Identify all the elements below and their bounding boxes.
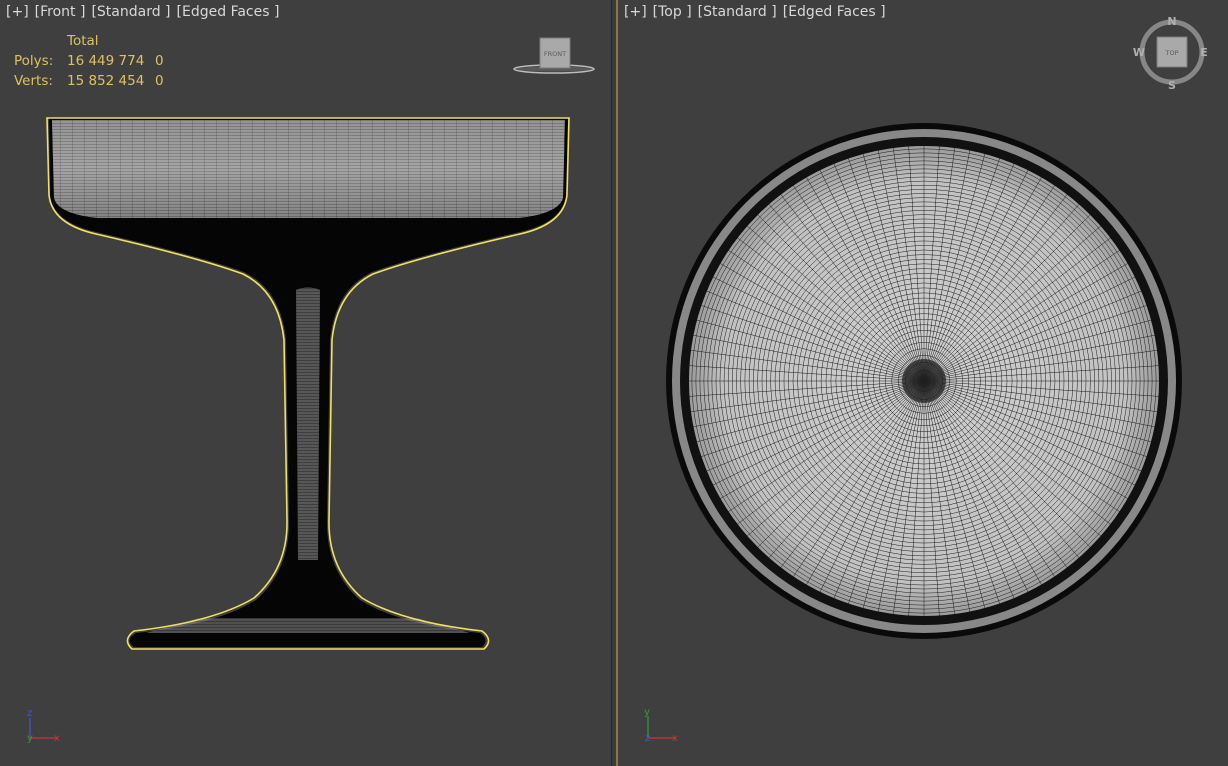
axis-z-label: z [27, 708, 32, 719]
axis-x-label: x [54, 733, 60, 744]
front-scene: FRONT z x y [27, 37, 595, 744]
compass-south[interactable]: S [1168, 79, 1176, 92]
top-viewport[interactable]: [+] [Top ] [Standard ] [Edged Faces ] TOP [616, 0, 1228, 766]
compass-north[interactable]: N [1167, 15, 1176, 28]
viewcube-label: FRONT [544, 50, 566, 58]
axis-tripod: y x z [644, 707, 678, 744]
glass-stem[interactable] [296, 287, 320, 561]
axis-y-label: y [27, 733, 33, 744]
compass-west[interactable]: W [1133, 46, 1145, 59]
viewcube[interactable]: FRONT [513, 37, 595, 74]
axis-x-label: x [672, 733, 678, 744]
axis-y-label: y [644, 707, 650, 718]
viewcube-label: TOP [1164, 49, 1178, 57]
glass-top-view[interactable] [666, 123, 1182, 639]
axis-z-label: z [645, 733, 650, 744]
top-scene: TOP N S E W y x z [644, 15, 1208, 744]
compass-east[interactable]: E [1200, 46, 1208, 59]
front-viewport[interactable]: [+] [Front ] [Standard ] [Edged Faces ] Tot… [0, 0, 612, 766]
viewcube[interactable]: TOP N S E W [1133, 15, 1208, 92]
axis-tripod: z x y [27, 708, 60, 744]
